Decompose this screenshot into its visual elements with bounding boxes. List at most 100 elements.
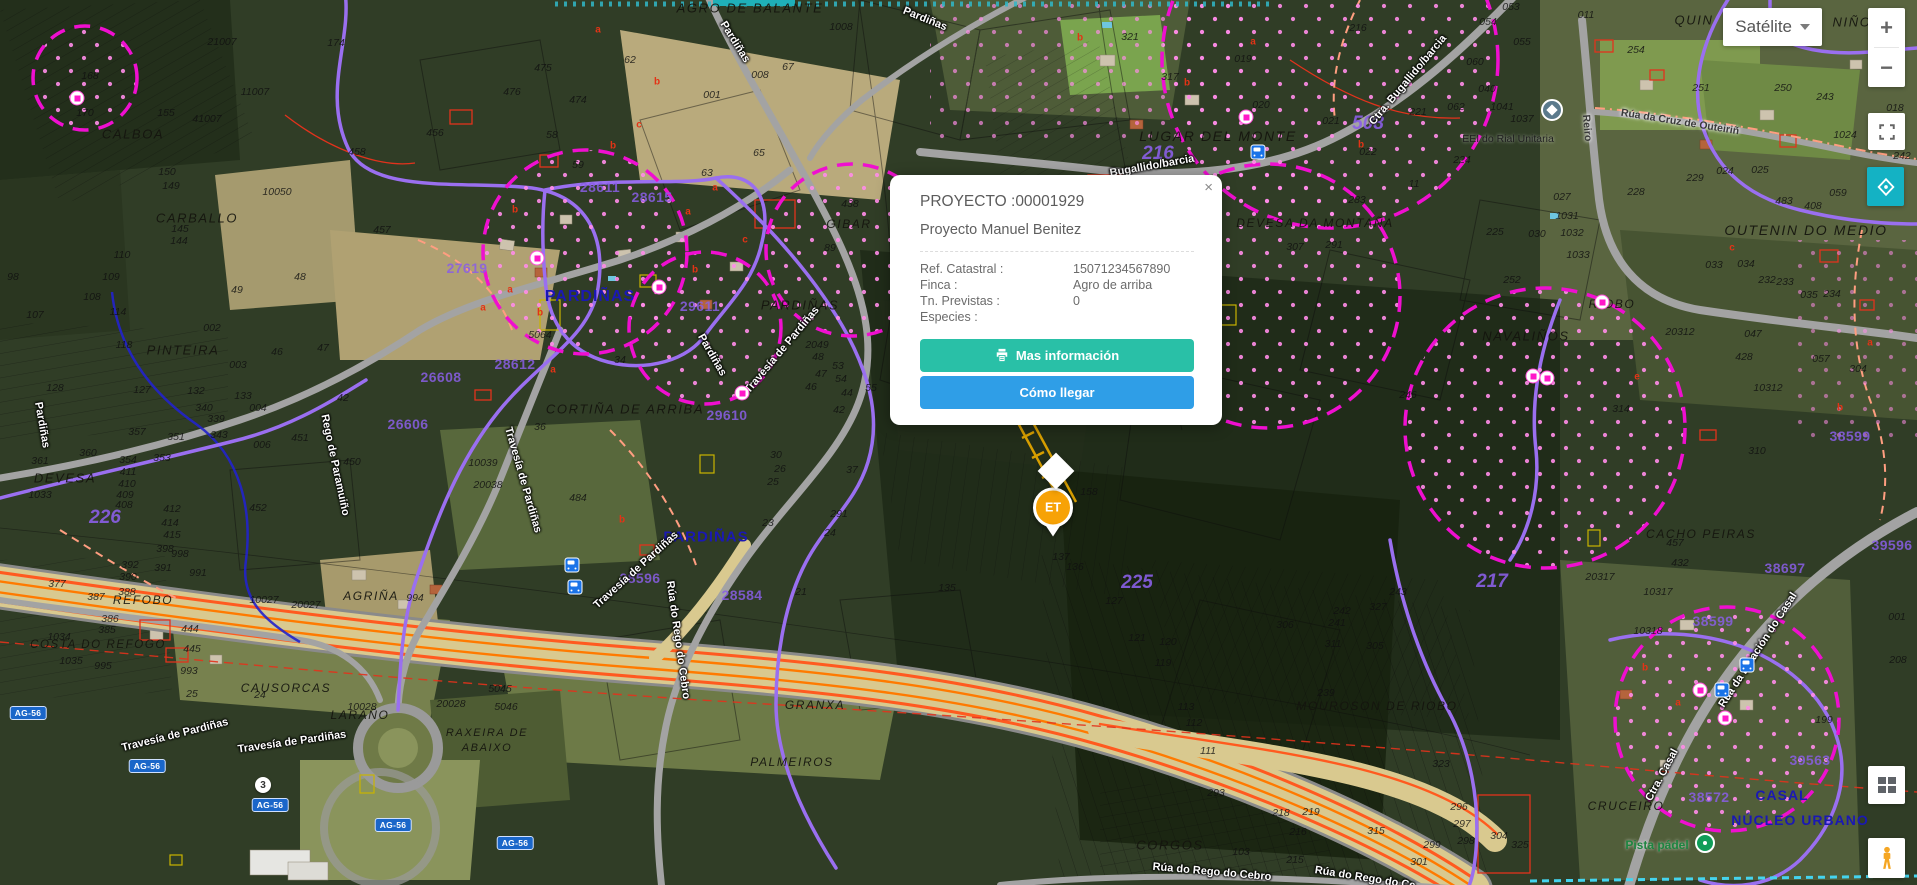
map-label: 450	[343, 456, 361, 468]
map-label: 39596	[1872, 537, 1913, 553]
map-label: 315	[1367, 825, 1385, 837]
map-label: 1037	[1510, 113, 1533, 125]
map-label: 2049	[805, 339, 828, 351]
map-label: 46	[805, 381, 817, 393]
more-info-label: Mas información	[1016, 348, 1119, 363]
map-label: 004	[249, 402, 267, 414]
pegman-button[interactable]	[1868, 838, 1905, 878]
tiles-button[interactable]	[1868, 766, 1905, 804]
field-value: 15071234567890	[1073, 262, 1194, 278]
directions-button[interactable]: Cómo llegar	[920, 376, 1194, 409]
map-label: 215	[1286, 854, 1304, 866]
map-label: 10028	[347, 701, 376, 713]
map-label: 304	[1490, 830, 1508, 842]
highway-shield: AG-56	[129, 759, 166, 773]
map-label: b	[1642, 663, 1648, 674]
map-label: 47	[317, 342, 329, 354]
map-label: 38599	[1693, 613, 1734, 629]
transit-stop-icon[interactable]	[1715, 683, 1730, 698]
project-marker[interactable]: ET	[1033, 488, 1073, 545]
map-viewport[interactable]: CALBOACARBALLOPINTEIRADEVESAREFOBOCOSTA …	[0, 0, 1917, 885]
map-label: a	[480, 303, 486, 314]
transit-stop-icon[interactable]	[1251, 145, 1266, 160]
map-label: 451	[291, 432, 309, 444]
map-label: 456	[426, 127, 444, 139]
map-label: 392	[121, 559, 139, 571]
locate-button[interactable]	[1867, 167, 1904, 206]
map-label: 251	[1692, 82, 1710, 94]
map-label: b	[512, 205, 518, 216]
field-label: Tn. Previstas :	[920, 294, 1073, 310]
map-label: 327	[1369, 601, 1387, 613]
map-label: 1034	[47, 631, 70, 643]
school-poi-icon[interactable]	[1541, 99, 1563, 121]
map-label: 239	[1317, 687, 1335, 699]
map-label: 46	[271, 346, 283, 358]
project-name: Proyecto Manuel Benitez	[920, 222, 1194, 238]
map-label: 228	[1627, 186, 1645, 198]
map-label: 120	[1159, 636, 1177, 648]
map-label: 428	[1735, 351, 1753, 363]
survey-marker	[1239, 110, 1254, 125]
map-label: 047	[1744, 328, 1762, 340]
zoom-out-button[interactable]: −	[1868, 48, 1905, 87]
map-label: 243	[1389, 586, 1407, 598]
map-label: 10050	[262, 186, 291, 198]
map-label: 340	[195, 402, 213, 414]
map-label: Travesía de Pardiñas	[237, 728, 347, 755]
map-label: 199	[1815, 714, 1833, 726]
fullscreen-button[interactable]	[1868, 113, 1905, 150]
project-marker-label[interactable]: ET	[1033, 488, 1073, 528]
transit-stop-icon[interactable]	[565, 558, 580, 573]
map-type-button[interactable]: Satélite	[1723, 8, 1822, 46]
map-label: c	[1729, 243, 1735, 254]
map-label: 001	[703, 89, 721, 101]
map-label: 291	[830, 508, 848, 520]
close-icon[interactable]: ×	[1204, 180, 1213, 195]
map-label: 298	[1457, 835, 1475, 847]
map-label: 234	[1823, 288, 1841, 300]
map-label: 040	[1478, 83, 1496, 95]
map-label: Ctra. Casal	[1643, 747, 1681, 803]
map-label: 019	[1234, 53, 1252, 65]
map-label: 158	[1080, 486, 1098, 498]
map-label: Rúa do Rego do Ce	[1314, 864, 1416, 885]
chevron-down-icon	[1800, 24, 1810, 35]
map-label: 24	[254, 689, 266, 701]
map-label: 5064	[528, 329, 551, 341]
transit-stop-icon[interactable]	[568, 580, 583, 595]
survey-marker	[1540, 371, 1555, 386]
map-label: 411	[120, 466, 137, 478]
map-label: 67	[782, 61, 794, 73]
map-label: 1008	[829, 21, 852, 33]
highway-shield: AG-56	[10, 706, 47, 720]
map-label: 26	[774, 463, 786, 475]
map-label: 474	[569, 94, 587, 106]
transit-stop-icon[interactable]	[1740, 658, 1755, 673]
map-label: 024	[1716, 165, 1734, 177]
padel-poi-icon[interactable]	[1695, 833, 1715, 853]
map-label: 10317	[1643, 586, 1672, 598]
map-label: a	[507, 285, 513, 296]
map-label: 62	[624, 54, 636, 66]
more-info-button[interactable]: Mas información	[920, 339, 1194, 372]
map-label: CORGOS	[1136, 838, 1203, 853]
map-label: a	[712, 183, 718, 194]
grid-icon	[1878, 777, 1896, 793]
map-label: 053	[1502, 1, 1520, 13]
pegman-icon	[1877, 845, 1897, 871]
map-label: 5045	[488, 683, 511, 695]
zoom-in-button[interactable]: +	[1868, 8, 1905, 47]
map-label: 994	[406, 592, 424, 604]
map-label: CALBOA	[102, 127, 164, 142]
map-label: RAXEIRA DE	[446, 727, 528, 739]
map-label: 174	[327, 37, 345, 49]
map-label: 217	[1476, 571, 1508, 593]
map-label: 445	[183, 643, 201, 655]
map-label: 55	[865, 382, 877, 394]
map-label: 006	[253, 439, 271, 451]
map-label: 218	[1272, 807, 1290, 819]
survey-marker	[1718, 711, 1733, 726]
map-label: 386	[101, 613, 119, 625]
printer-icon	[995, 348, 1009, 362]
